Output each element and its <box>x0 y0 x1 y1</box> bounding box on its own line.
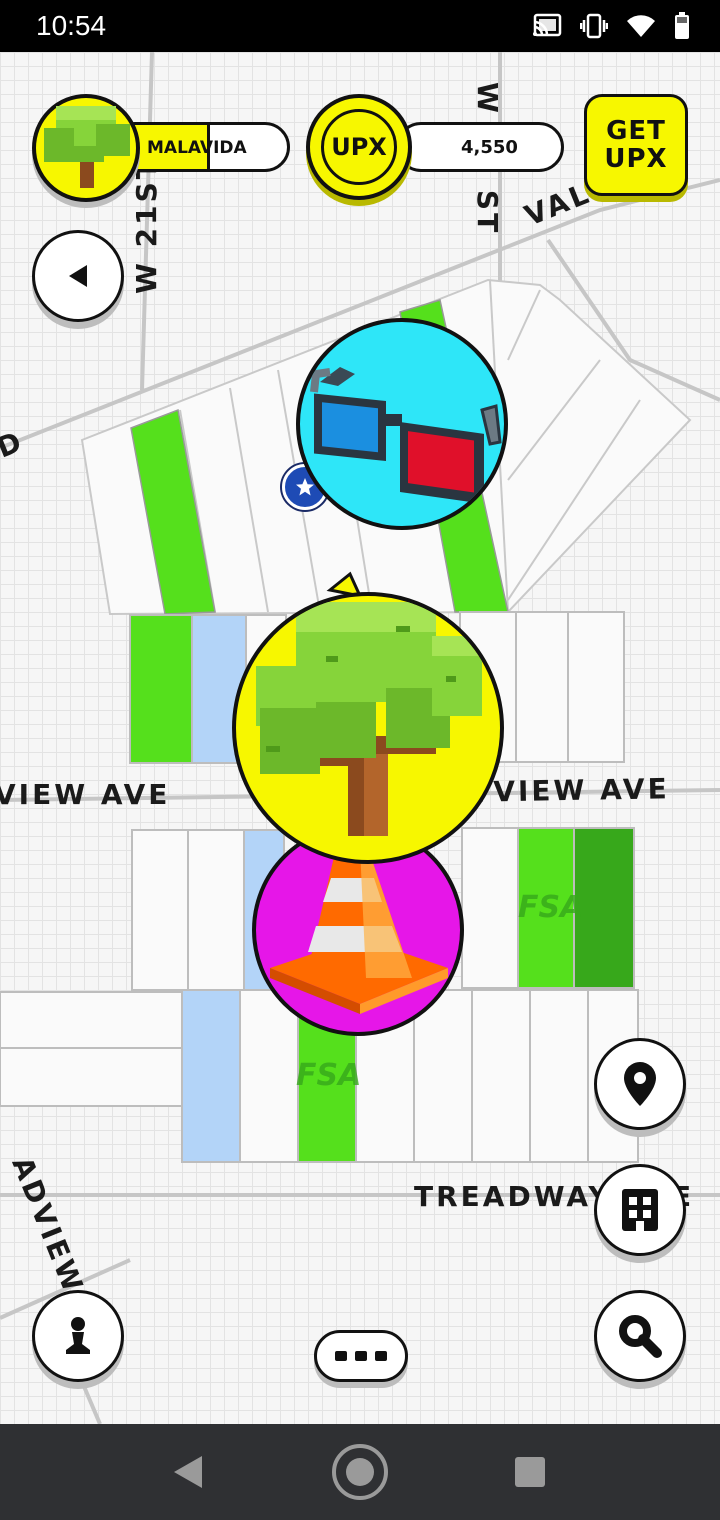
location-button[interactable] <box>594 1038 686 1130</box>
status-time: 10:54 <box>36 10 107 41</box>
vibrate-icon <box>580 13 608 39</box>
more-dots-icon <box>335 1351 387 1361</box>
nav-back-icon[interactable] <box>172 1454 204 1490</box>
upx-coin-inner: UPX <box>321 109 397 185</box>
3d-glasses-icon <box>310 367 502 504</box>
status-bar: 10:54 <box>0 0 720 52</box>
tree-icon <box>256 602 482 836</box>
battery-icon <box>675 12 689 39</box>
player-avatar[interactable] <box>32 94 140 202</box>
upx-balance-bar[interactable]: 4,550 <box>396 122 564 172</box>
avatar-button[interactable] <box>32 1290 124 1382</box>
back-arrow-icon <box>69 265 87 287</box>
get-upx-line2: UPX <box>604 144 668 174</box>
property-label-fsa: FSA <box>296 1058 362 1093</box>
buildings-button[interactable] <box>594 1164 686 1256</box>
back-button[interactable] <box>32 230 124 322</box>
get-upx-button[interactable]: GET UPX <box>584 94 688 196</box>
street-label-right-ave: YVIEW AVE <box>469 772 670 809</box>
system-nav-bar <box>0 1424 720 1520</box>
building-icon <box>622 1189 658 1231</box>
street-label-left-ave: VIEW AVE <box>0 778 171 811</box>
wifi-icon <box>627 15 655 37</box>
upx-amount: 4,550 <box>461 137 518 158</box>
location-pin-icon <box>624 1062 656 1106</box>
pawn-icon <box>66 1317 90 1354</box>
magnifier-icon <box>619 1315 662 1358</box>
tree-marker[interactable] <box>232 592 504 864</box>
nav-recents-icon[interactable] <box>514 1456 546 1488</box>
street-label-treadway: TREADWAY <box>414 1180 612 1213</box>
upx-coin-label: UPX <box>331 133 387 161</box>
nav-home-icon[interactable] <box>330 1442 390 1502</box>
glasses-marker[interactable] <box>296 318 508 530</box>
upx-coin[interactable]: UPX <box>306 94 412 200</box>
player-name: MALAVIDA <box>147 138 247 158</box>
get-upx-line1: GET <box>606 116 666 146</box>
status-icons <box>532 12 690 40</box>
cast-icon <box>533 13 562 37</box>
tree-icon <box>44 106 130 188</box>
property-label-fsa: FSA <box>518 890 584 925</box>
search-button[interactable] <box>594 1290 686 1382</box>
more-button[interactable] <box>314 1330 408 1382</box>
city-map[interactable]: FSA FSA VIEW AVE YVIEW AVE TREADWAY E W … <box>0 52 720 1424</box>
